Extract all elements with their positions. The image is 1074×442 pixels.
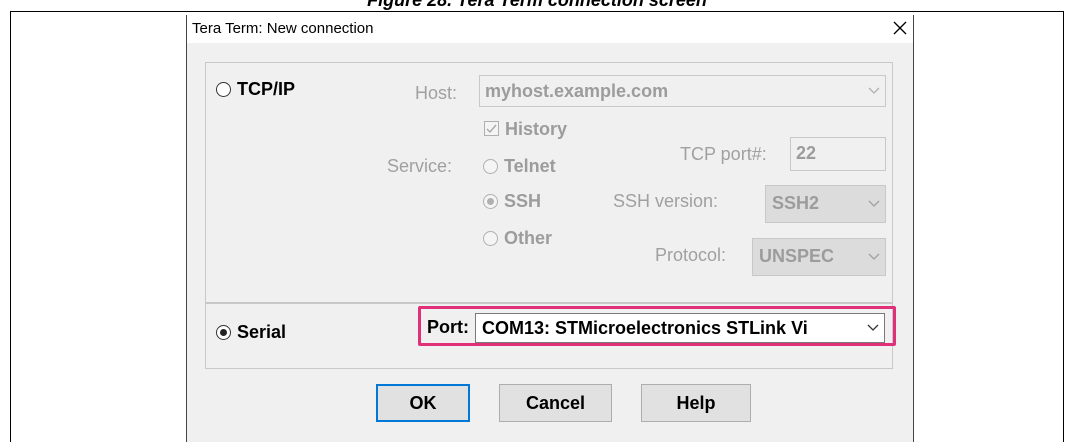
tcp-port-value: 22	[796, 143, 817, 163]
protocol-combobox[interactable]: UNSPEC	[752, 238, 886, 276]
protocol-value: UNSPEC	[759, 246, 835, 266]
close-icon[interactable]	[891, 19, 909, 37]
ok-button[interactable]: OK	[376, 384, 470, 422]
ssh-version-value: SSH2	[772, 193, 820, 213]
chevron-down-icon	[863, 76, 885, 106]
history-label: History	[505, 119, 568, 139]
host-value: myhost.example.com	[485, 81, 669, 101]
port-label: Port:	[427, 317, 469, 337]
other-radio[interactable]	[483, 231, 498, 246]
tcp-port-label: TCP port#:	[680, 144, 767, 164]
other-label: Other	[504, 228, 553, 248]
frame-border-right	[1063, 11, 1064, 442]
new-connection-dialog: Tera Term: New connection TCP/IP Host: m…	[186, 15, 914, 442]
chevron-down-icon	[863, 239, 885, 275]
port-combobox[interactable]: COM13: STMicroelectronics STLink Vi	[475, 313, 885, 343]
tcpip-label: TCP/IP	[237, 79, 296, 99]
ssh-version-label: SSH version:	[613, 191, 719, 211]
ssh-version-combobox[interactable]: SSH2	[765, 185, 886, 223]
help-button[interactable]: Help	[641, 384, 751, 422]
frame-border-top	[10, 11, 1064, 12]
figure-caption: Figure 28. Tera Term connection screen	[367, 0, 707, 10]
port-value: COM13: STMicroelectronics STLink Vi	[482, 318, 808, 338]
serial-label: Serial	[237, 322, 287, 342]
dialog-title: Tera Term: New connection	[192, 20, 374, 37]
protocol-label: Protocol:	[655, 245, 727, 265]
tcp-port-field[interactable]: 22	[790, 137, 886, 171]
ssh-label: SSH	[504, 191, 542, 211]
frame-border-left	[10, 11, 11, 442]
chevron-down-icon	[863, 186, 885, 222]
service-label: Service:	[387, 156, 453, 176]
telnet-radio[interactable]	[483, 159, 498, 174]
chevron-down-icon	[862, 314, 884, 342]
dialog-titlebar: Tera Term: New connection	[187, 15, 913, 43]
serial-radio[interactable]	[216, 325, 231, 340]
checkmark-icon	[486, 124, 497, 134]
cancel-button[interactable]: Cancel	[499, 384, 612, 422]
telnet-label: Telnet	[504, 156, 556, 176]
host-combobox[interactable]: myhost.example.com	[479, 75, 886, 107]
host-label: Host:	[415, 83, 458, 103]
ssh-radio[interactable]	[483, 194, 498, 209]
history-checkbox[interactable]	[484, 121, 499, 136]
tcpip-radio[interactable]	[216, 82, 231, 97]
